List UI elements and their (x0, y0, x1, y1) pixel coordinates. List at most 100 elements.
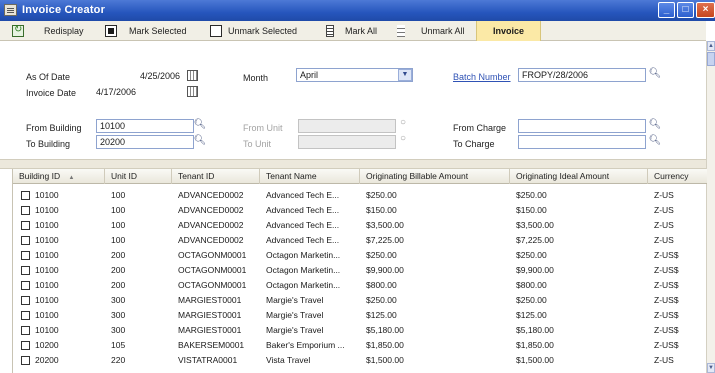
lookup-icon[interactable]: 🔍︎ (648, 134, 662, 148)
cell-ideal-amount: $250.00 (516, 190, 547, 200)
table-row[interactable]: 10100 100 ADVANCED0002 Advanced Tech E... $3… (13, 218, 707, 233)
cell-tenant-id: BAKERSEM0001 (178, 340, 245, 350)
table-row[interactable]: 10100 200 OCTAGONM0001 Octagon Marketin... $… (13, 248, 707, 263)
cell-tenant-name: Advanced Tech E... (266, 235, 340, 245)
cell-billable-amount: $150.00 (366, 205, 397, 215)
cell-unit-id: 200 (111, 265, 126, 275)
column-header-tenant-id[interactable]: Tenant ID (172, 169, 260, 184)
cell-building-id: 10100 (35, 235, 59, 245)
maximize-button[interactable]: □ (677, 2, 694, 18)
cell-billable-amount: $3,500.00 (366, 220, 404, 230)
column-header-unit-id[interactable]: Unit ID (105, 169, 172, 184)
unmark-all-icon (397, 25, 405, 37)
column-header-building-id[interactable]: Building ID ▲ (13, 169, 105, 184)
from-charge-field[interactable] (518, 119, 646, 133)
scroll-down-arrow-icon[interactable]: ▼ (707, 363, 715, 373)
mark-all-button[interactable]: Mark All (326, 23, 377, 39)
invoice-button[interactable]: Invoice (476, 21, 541, 41)
cell-billable-amount: $1,500.00 (366, 355, 404, 365)
cell-currency: Z-US$ (654, 265, 679, 275)
to-charge-field[interactable] (518, 135, 646, 149)
mark-all-label: Mark All (345, 26, 378, 36)
cell-tenant-name: Margie's Travel (266, 310, 324, 320)
cell-building-id: 10100 (35, 250, 59, 260)
cell-ideal-amount: $9,900.00 (516, 265, 554, 275)
scroll-thumb[interactable] (707, 52, 715, 66)
table-row[interactable]: 10100 100 ADVANCED0002 Advanced Tech E... $7… (13, 233, 707, 248)
table-row[interactable]: 20200 220 VISTATRA0001 Vista Travel $1,500.0… (13, 353, 707, 368)
cell-ideal-amount: $250.00 (516, 250, 547, 260)
cell-building-id: 10100 (35, 310, 59, 320)
unmark-all-button[interactable]: Unmark All (397, 23, 465, 39)
calendar-icon[interactable] (187, 70, 198, 81)
chevron-down-icon[interactable]: ▼ (398, 69, 412, 81)
cell-billable-amount: $5,180.00 (366, 325, 404, 335)
cell-tenant-id: MARGIEST0001 (178, 295, 242, 305)
cell-ideal-amount: $150.00 (516, 205, 547, 215)
cell-currency: Z-US (654, 205, 674, 215)
grid-header: Building ID ▲ Unit ID Tenant ID Tenant N… (13, 169, 707, 184)
window-scrollbar[interactable]: ▲ ▼ (706, 41, 715, 373)
column-header-billable-amount[interactable]: Originating Billable Amount (360, 169, 510, 184)
cell-building-id: 10100 (35, 190, 59, 200)
cell-building-id: 20200 (35, 355, 59, 365)
unmark-selected-label: Unmark Selected (228, 26, 298, 36)
column-header-currency[interactable]: Currency (648, 169, 707, 184)
cell-ideal-amount: $5,180.00 (516, 325, 554, 335)
column-header-ideal-amount[interactable]: Originating Ideal Amount (510, 169, 648, 184)
lookup-icon[interactable]: 🔍︎ (648, 67, 662, 81)
cell-billable-amount: $9,900.00 (366, 265, 404, 275)
lookup-icon[interactable]: 🔍︎ (648, 118, 662, 132)
cell-tenant-id: MARGIEST0001 (178, 310, 242, 320)
calendar-icon[interactable] (187, 86, 198, 97)
cell-unit-id: 105 (111, 340, 126, 350)
batch-number-field[interactable]: FROPY/28/2006 (518, 68, 646, 82)
cell-billable-amount: $250.00 (366, 190, 397, 200)
to-building-field[interactable]: 20200 (96, 135, 194, 149)
redisplay-label: Redisplay (44, 26, 84, 36)
unmark-selected-button[interactable]: Unmark Selected (210, 23, 297, 39)
section-divider (0, 159, 706, 169)
table-row[interactable]: 10100 200 OCTAGONM0001 Octagon Marketin... $… (13, 278, 707, 293)
batch-number-link[interactable]: Batch Number (453, 72, 511, 82)
table-row[interactable]: 10100 100 ADVANCED0002 Advanced Tech E... $2… (13, 188, 707, 203)
window-title: Invoice Creator (22, 4, 106, 16)
column-header-tenant-name[interactable]: Tenant Name (260, 169, 360, 184)
cell-billable-amount: $125.00 (366, 310, 397, 320)
cell-unit-id: 300 (111, 310, 126, 320)
lookup-icon[interactable]: 🔍︎ (193, 118, 207, 132)
lookup-icon: ○ (399, 133, 407, 144)
table-row[interactable]: 10100 300 MARGIEST0001 Margie's Travel $5,18… (13, 323, 707, 338)
table-row[interactable]: 10200 105 BAKERSEM0001 Baker's Emporium ...… (13, 338, 707, 353)
cell-ideal-amount: $250.00 (516, 295, 547, 305)
redisplay-button[interactable]: Redisplay (12, 23, 84, 39)
to-unit-field (298, 135, 396, 149)
table-row[interactable]: 10100 300 MARGIEST0001 Margie's Travel $125.… (13, 308, 707, 323)
cell-ideal-amount: $1,850.00 (516, 340, 554, 350)
table-row[interactable]: 10100 300 MARGIEST0001 Margie's Travel $250.… (13, 293, 707, 308)
toolbar: Redisplay Mark Selected Unmark Selected … (0, 21, 706, 41)
cell-currency: Z-US (654, 190, 674, 200)
minimize-button[interactable]: _ (658, 2, 675, 18)
table-row[interactable]: 10100 200 OCTAGONM0001 Octagon Marketin... $… (13, 263, 707, 278)
cell-currency: Z-US$ (654, 340, 679, 350)
cell-tenant-id: VISTATRA0001 (178, 355, 238, 365)
mark-selected-button[interactable]: Mark Selected (105, 23, 187, 39)
lookup-icon[interactable]: 🔍︎ (193, 134, 207, 148)
cell-building-id: 10100 (35, 280, 59, 290)
cell-tenant-id: ADVANCED0002 (178, 205, 244, 215)
mark-all-icon (326, 25, 334, 37)
as-of-date-field[interactable]: 4/25/2006 (92, 69, 184, 83)
close-button[interactable]: × (696, 2, 715, 18)
cell-unit-id: 100 (111, 235, 126, 245)
from-building-label: From Building (26, 123, 82, 133)
invoice-date-field[interactable]: 4/17/2006 (92, 85, 184, 99)
from-building-field[interactable]: 10100 (96, 119, 194, 133)
cell-building-id: 10100 (35, 325, 59, 335)
cell-unit-id: 100 (111, 190, 126, 200)
table-row[interactable]: 10100 100 ADVANCED0002 Advanced Tech E... $1… (13, 203, 707, 218)
month-select[interactable]: April (296, 68, 413, 82)
cell-unit-id: 200 (111, 250, 126, 260)
scroll-up-arrow-icon[interactable]: ▲ (707, 41, 715, 51)
cell-building-id: 10100 (35, 265, 59, 275)
